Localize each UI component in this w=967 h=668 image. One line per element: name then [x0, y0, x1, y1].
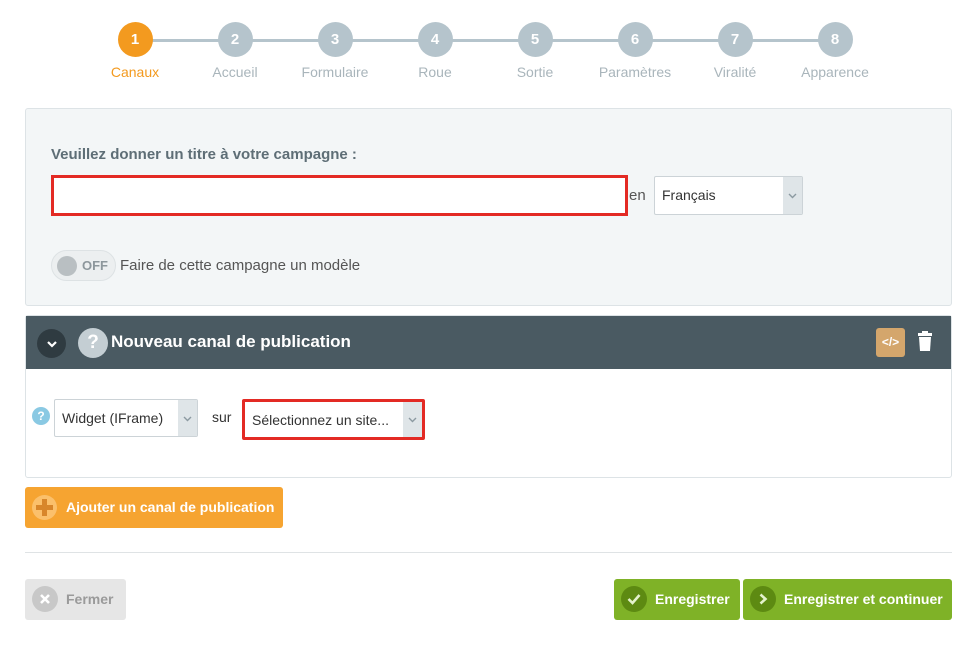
language-prefix: en	[629, 187, 646, 204]
publication-channel-panel: ? Nouveau canal de publication </> ? Wid…	[25, 315, 952, 478]
site-select[interactable]: Sélectionnez un site...	[242, 399, 425, 440]
arrow-right-icon	[750, 586, 776, 612]
step-number: 3	[317, 22, 353, 57]
add-channel-label: Ajouter un canal de publication	[66, 499, 275, 515]
channel-title: Nouveau canal de publication	[111, 332, 351, 351]
chevron-down-icon	[178, 400, 197, 436]
on-label: sur	[212, 409, 232, 425]
step-number: 1	[117, 22, 153, 57]
trash-icon	[918, 331, 932, 351]
step-label: Formulaire	[301, 64, 369, 80]
language-select[interactable]: Français	[654, 176, 803, 215]
add-channel-button[interactable]: Ajouter un canal de publication	[25, 487, 283, 528]
question-icon[interactable]: ?	[32, 407, 50, 425]
step-accueil[interactable]: 2 Accueil	[185, 22, 285, 80]
check-icon	[621, 586, 647, 612]
save-continue-button[interactable]: Enregistrer et continuer	[743, 579, 952, 620]
delete-channel-button[interactable]	[914, 330, 936, 354]
site-value: Sélectionnez un site...	[252, 412, 389, 428]
step-label: Roue	[418, 64, 452, 80]
step-number: 7	[717, 22, 753, 57]
wizard-stepper: 1 Canaux 2 Accueil 3 Formulaire 4 Roue 5…	[0, 0, 967, 90]
step-number: 5	[517, 22, 553, 57]
save-button[interactable]: Enregistrer	[614, 579, 740, 620]
step-viralite[interactable]: 7 Viralité	[685, 22, 785, 80]
step-label: Accueil	[212, 64, 258, 80]
step-number: 2	[217, 22, 253, 57]
step-apparence[interactable]: 8 Apparence	[785, 22, 885, 80]
step-number: 6	[617, 22, 653, 57]
channel-type-select[interactable]: Widget (IFrame)	[54, 399, 198, 437]
step-parametres[interactable]: 6 Paramètres	[585, 22, 685, 80]
collapse-button[interactable]	[37, 329, 66, 358]
step-label: Canaux	[110, 64, 160, 80]
question-icon[interactable]: ?	[78, 328, 108, 358]
toggle-knob	[57, 256, 77, 276]
step-canaux[interactable]: 1 Canaux	[85, 22, 185, 80]
save-continue-label: Enregistrer et continuer	[784, 591, 943, 607]
chevron-down-icon	[403, 402, 422, 437]
step-label: Viralité	[713, 64, 757, 80]
code-icon[interactable]: </>	[876, 328, 905, 357]
step-roue[interactable]: 4 Roue	[385, 22, 485, 80]
close-label: Fermer	[66, 591, 114, 607]
x-icon	[32, 586, 58, 612]
save-label: Enregistrer	[655, 591, 730, 607]
template-toggle-label: Faire de cette campagne un modèle	[120, 257, 361, 274]
step-formulaire[interactable]: 3 Formulaire	[285, 22, 385, 80]
toggle-state: OFF	[82, 258, 108, 273]
channel-type-value: Widget (IFrame)	[62, 410, 164, 426]
divider	[25, 552, 952, 553]
step-label: Sortie	[516, 64, 554, 80]
step-label: Apparence	[801, 64, 869, 80]
step-label: Paramètres	[598, 64, 672, 80]
campaign-title-label: Veuillez donner un titre à votre campagn…	[51, 146, 357, 163]
language-value: Français	[662, 187, 716, 203]
step-number: 8	[817, 22, 853, 57]
campaign-settings-panel: Veuillez donner un titre à votre campagn…	[25, 108, 952, 306]
chevron-down-icon	[783, 177, 802, 214]
channel-header: ? Nouveau canal de publication </>	[26, 316, 951, 369]
template-toggle[interactable]: OFF	[51, 250, 116, 281]
step-number: 4	[417, 22, 453, 57]
step-sortie[interactable]: 5 Sortie	[485, 22, 585, 80]
campaign-title-input[interactable]	[51, 175, 628, 216]
chevron-down-icon	[46, 341, 57, 348]
close-button[interactable]: Fermer	[25, 579, 126, 620]
plus-icon	[32, 495, 57, 520]
